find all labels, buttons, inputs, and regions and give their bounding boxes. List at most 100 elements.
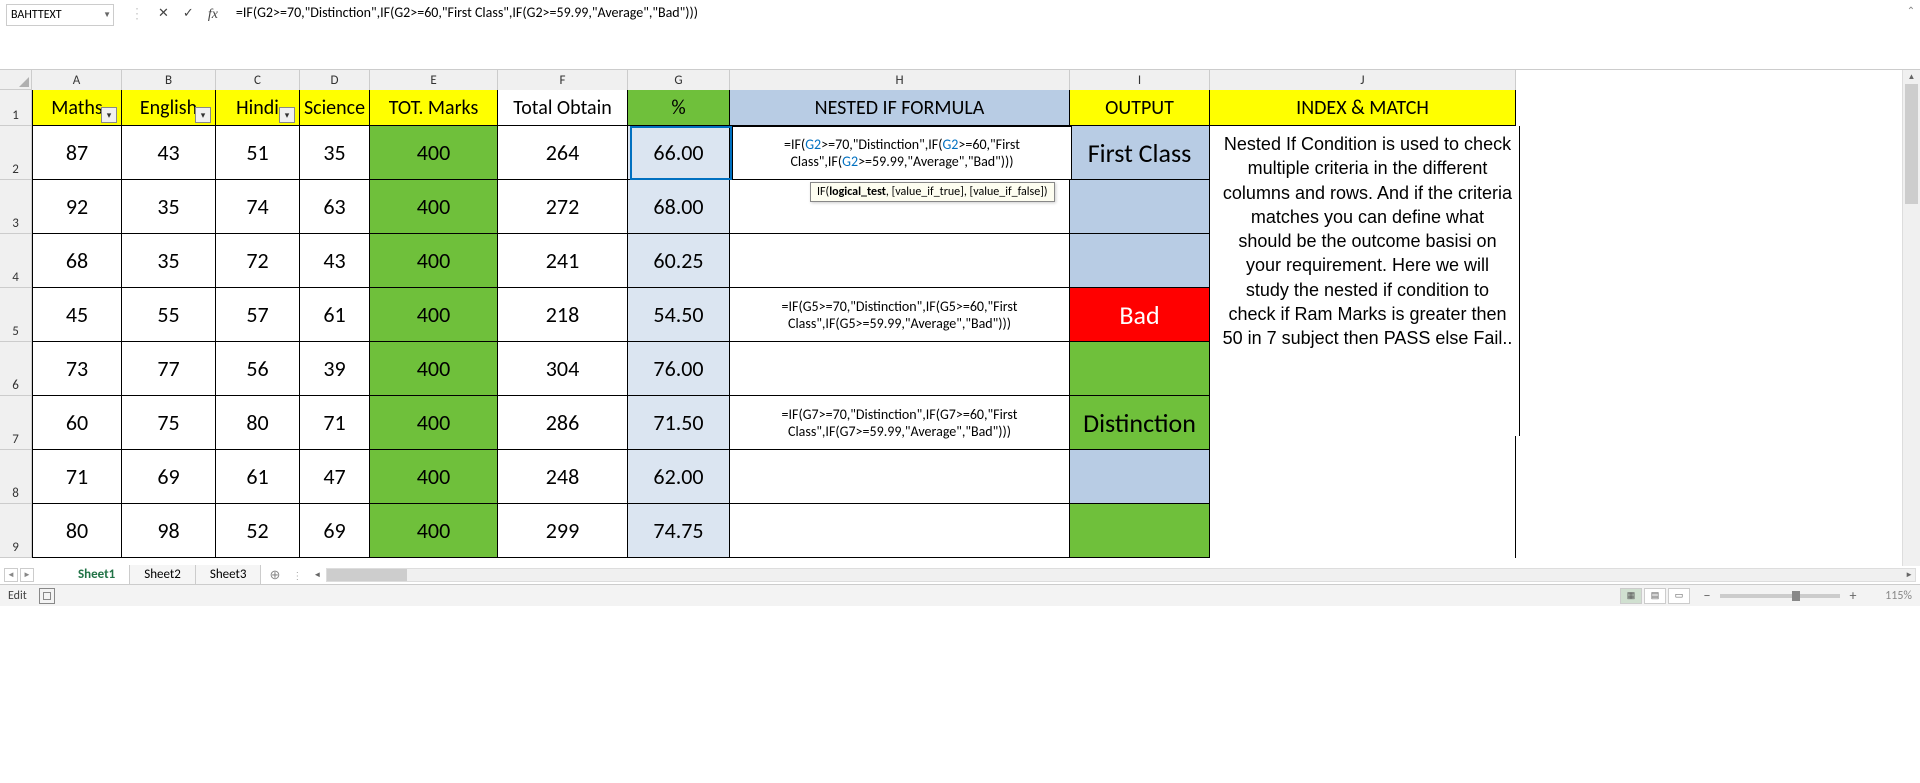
cell-D2[interactable]: 35: [300, 126, 370, 180]
zoom-level[interactable]: 115%: [1866, 589, 1912, 603]
horizontal-scroll-thumb[interactable]: [327, 569, 407, 581]
cell-H9[interactable]: [730, 504, 1070, 558]
cell-D4[interactable]: 43: [300, 234, 370, 288]
cell-A1[interactable]: Maths: [32, 90, 122, 126]
cell-F5[interactable]: 218: [498, 288, 628, 342]
cell-J9[interactable]: [1210, 504, 1516, 558]
cell-E8[interactable]: 400: [370, 450, 498, 504]
cell-B5[interactable]: 55: [122, 288, 216, 342]
row-header-2[interactable]: 2: [0, 126, 32, 180]
col-header-D[interactable]: D: [300, 70, 370, 90]
cell-I7[interactable]: Distinction: [1070, 396, 1210, 450]
cell-D7[interactable]: 71: [300, 396, 370, 450]
cell-B8[interactable]: 69: [122, 450, 216, 504]
cell-D5[interactable]: 61: [300, 288, 370, 342]
zoom-in-button[interactable]: +: [1846, 587, 1860, 604]
cell-E7[interactable]: 400: [370, 396, 498, 450]
cell-E9[interactable]: 400: [370, 504, 498, 558]
cell-F7[interactable]: 286: [498, 396, 628, 450]
cell-C3[interactable]: 74: [216, 180, 300, 234]
tab-nav-prev-icon[interactable]: ►: [20, 568, 34, 582]
cell-B9[interactable]: 98: [122, 504, 216, 558]
cell-I5[interactable]: Bad: [1070, 288, 1210, 342]
vertical-scrollbar[interactable]: ▲: [1902, 70, 1920, 566]
cell-E1[interactable]: TOT. Marks: [370, 90, 498, 126]
formula-input[interactable]: [228, 0, 1902, 25]
cell-H1[interactable]: NESTED IF FORMULA: [730, 90, 1070, 126]
zoom-out-button[interactable]: −: [1700, 587, 1714, 604]
cell-I1[interactable]: OUTPUT: [1070, 90, 1210, 126]
cell-G4[interactable]: 60.25: [628, 234, 730, 288]
cell-I3[interactable]: [1070, 180, 1210, 234]
cell-I9[interactable]: [1070, 504, 1210, 558]
page-layout-indicator-icon[interactable]: [39, 588, 55, 604]
tab-nav-first-icon[interactable]: ◄: [4, 568, 18, 582]
col-header-A[interactable]: A: [32, 70, 122, 90]
cell-F9[interactable]: 299: [498, 504, 628, 558]
col-header-C[interactable]: C: [216, 70, 300, 90]
cell-C5[interactable]: 57: [216, 288, 300, 342]
cell-E4[interactable]: 400: [370, 234, 498, 288]
tab-sheet3[interactable]: Sheet3: [196, 565, 262, 585]
row-header-1[interactable]: 1: [0, 90, 32, 126]
cell-H7[interactable]: =IF(G7>=70,"Distinction",IF(G7>=60,"Firs…: [730, 396, 1070, 450]
cell-E6[interactable]: 400: [370, 342, 498, 396]
cell-I4[interactable]: [1070, 234, 1210, 288]
view-normal-button[interactable]: ▦: [1620, 588, 1642, 604]
row-header-6[interactable]: 6: [0, 342, 32, 396]
cell-F3[interactable]: 272: [498, 180, 628, 234]
cell-J-description[interactable]: Nested If Condition is used to check mul…: [1216, 126, 1520, 436]
zoom-slider[interactable]: [1720, 594, 1840, 598]
accept-formula-icon[interactable]: ✓: [183, 6, 194, 21]
cell-A6[interactable]: 73: [32, 342, 122, 396]
horizontal-scrollbar[interactable]: ◄ ►: [326, 568, 1916, 582]
cell-H5[interactable]: =IF(G5>=70,"Distinction",IF(G5>=60,"Firs…: [730, 288, 1070, 342]
cell-D8[interactable]: 47: [300, 450, 370, 504]
view-page-break-button[interactable]: ▭: [1668, 588, 1690, 604]
cell-A9[interactable]: 80: [32, 504, 122, 558]
cell-I8[interactable]: [1070, 450, 1210, 504]
cell-G5[interactable]: 54.50: [628, 288, 730, 342]
cell-G8[interactable]: 62.00: [628, 450, 730, 504]
cell-H6[interactable]: [730, 342, 1070, 396]
tab-split-grip[interactable]: ⋮: [288, 569, 306, 582]
cell-D9[interactable]: 69: [300, 504, 370, 558]
col-header-F[interactable]: F: [498, 70, 628, 90]
cell-C4[interactable]: 72: [216, 234, 300, 288]
cell-C6[interactable]: 56: [216, 342, 300, 396]
col-header-H[interactable]: H: [730, 70, 1070, 90]
cell-B6[interactable]: 77: [122, 342, 216, 396]
row-header-8[interactable]: 8: [0, 450, 32, 504]
cell-D1[interactable]: Science: [300, 90, 370, 126]
select-all-corner[interactable]: [0, 70, 32, 90]
col-header-E[interactable]: E: [370, 70, 498, 90]
cell-F1[interactable]: Total Obtain: [498, 90, 628, 126]
tab-sheet1[interactable]: Sheet1: [64, 565, 130, 585]
cell-B7[interactable]: 75: [122, 396, 216, 450]
active-edit-cell[interactable]: =IF(G2>=70,"Distinction",IF(G2>=60,"Firs…: [732, 126, 1072, 180]
cell-A3[interactable]: 92: [32, 180, 122, 234]
cell-J8[interactable]: [1210, 450, 1516, 504]
name-box[interactable]: BAHTTEXT ▼: [6, 4, 114, 26]
view-page-layout-button[interactable]: ▤: [1644, 588, 1666, 604]
cell-F8[interactable]: 248: [498, 450, 628, 504]
scroll-left-icon[interactable]: ◄: [313, 570, 321, 580]
vertical-scroll-thumb[interactable]: [1905, 84, 1918, 204]
cell-G2[interactable]: 66.00: [628, 126, 730, 180]
cell-A7[interactable]: 60: [32, 396, 122, 450]
cell-I6[interactable]: [1070, 342, 1210, 396]
cell-G3[interactable]: 68.00: [628, 180, 730, 234]
name-box-dropdown-icon[interactable]: ▼: [103, 10, 111, 20]
row-header-4[interactable]: 4: [0, 234, 32, 288]
cell-A4[interactable]: 68: [32, 234, 122, 288]
col-header-B[interactable]: B: [122, 70, 216, 90]
scroll-up-icon[interactable]: ▲: [1903, 70, 1920, 84]
cell-E2[interactable]: 400: [370, 126, 498, 180]
row-header-3[interactable]: 3: [0, 180, 32, 234]
cell-C7[interactable]: 80: [216, 396, 300, 450]
cell-G9[interactable]: 74.75: [628, 504, 730, 558]
cell-B3[interactable]: 35: [122, 180, 216, 234]
cell-B1[interactable]: English: [122, 90, 216, 126]
row-header-5[interactable]: 5: [0, 288, 32, 342]
cell-D6[interactable]: 39: [300, 342, 370, 396]
